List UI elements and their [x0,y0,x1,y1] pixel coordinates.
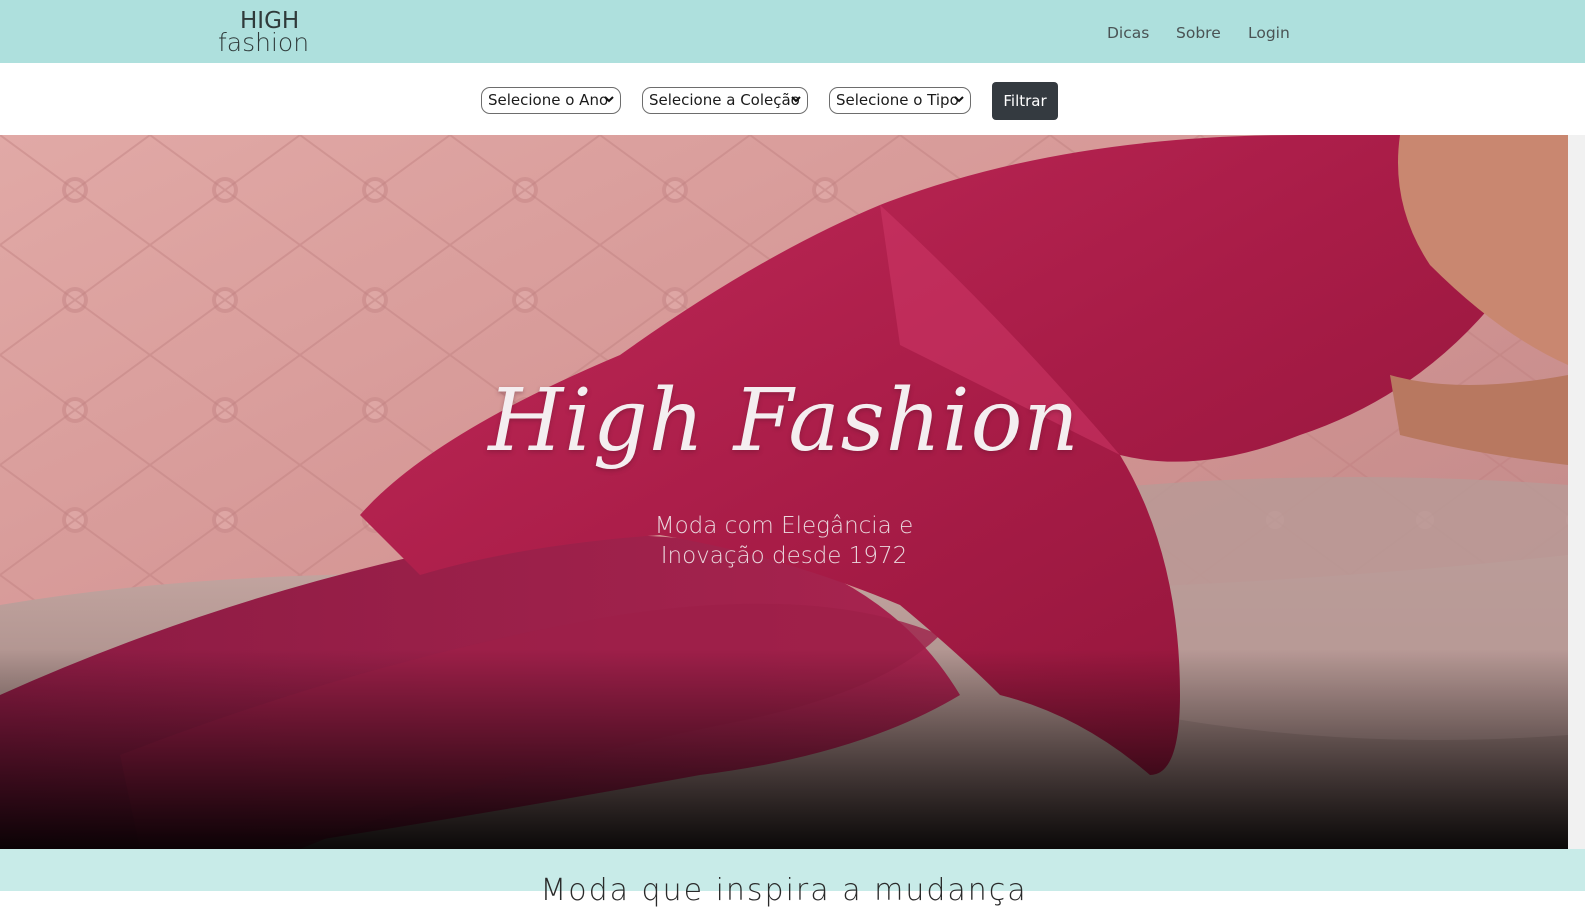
chevron-down-icon [791,96,801,103]
hero-banner: High Fashion Moda com Elegância e Inovaç… [0,135,1568,849]
year-select[interactable]: Selecione o Ano [481,87,621,114]
logo-line-fashion: fashion [218,28,310,57]
hero-subtitle-line2: Inovação desde 1972 [660,543,908,569]
nav-item-dicas[interactable]: Dicas [1107,24,1149,42]
year-select-value: Selecione o Ano [488,91,609,109]
collection-select-value: Selecione a Coleção [649,91,800,109]
chevron-down-icon [604,96,614,103]
hero-subtitle-line1: Moda com Elegância e [654,513,914,539]
brand-logo[interactable]: HIGH fashion [218,6,328,60]
filter-button[interactable]: Filtrar [992,82,1058,120]
intro-section: Moda que inspira a mudança [0,849,1585,908]
scrollbar[interactable] [1568,135,1585,849]
type-select[interactable]: Selecione o Tipo [829,87,971,114]
chevron-down-icon [954,96,964,103]
hero-title: High Fashion [488,371,1080,471]
hero-photo [0,135,1568,849]
collection-select[interactable]: Selecione a Coleção [642,87,808,114]
nav-item-login[interactable]: Login [1248,24,1290,42]
nav-item-sobre[interactable]: Sobre [1176,24,1221,42]
hero-subtitle: Moda com Elegância e Inovação desde 1972 [0,511,1568,571]
section-heading: Moda que inspira a mudança [540,873,1028,908]
filter-bar: Selecione o Ano Selecione a Coleção Sele… [0,63,1585,135]
type-select-value: Selecione o Tipo [836,91,959,109]
top-navbar: HIGH fashion Dicas Sobre Login [0,0,1585,63]
